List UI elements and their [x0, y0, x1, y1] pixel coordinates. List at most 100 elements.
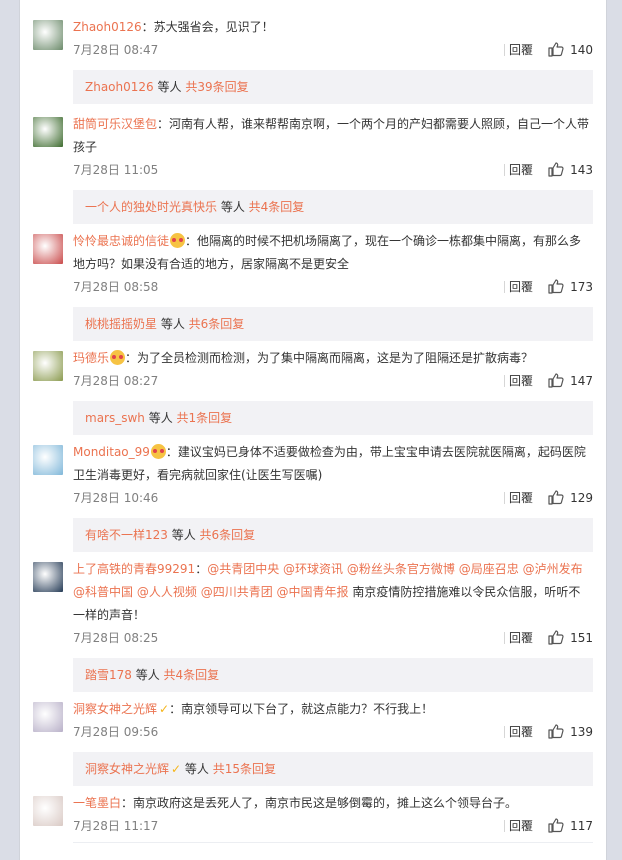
mention-link[interactable]: @四川共青团 — [201, 585, 273, 599]
reply-button[interactable]: 回覆 — [509, 722, 533, 742]
replies-count-link[interactable]: 共1条回复 — [177, 411, 233, 425]
mention-link[interactable]: @局座召忠 — [459, 562, 519, 576]
reply-button[interactable]: 回覆 — [509, 371, 533, 391]
comment-time: 7月28日 08:47 — [73, 43, 159, 57]
user-avatar[interactable] — [33, 20, 63, 50]
comment-text: 怜怜最忠诚的信徒 ：他隔离的时候不把机场隔离了，现在一个确诊一栋都集中隔离，有那么… — [73, 230, 591, 276]
meta-separator — [504, 164, 505, 176]
comment-text: 上了高铁的青春99291：@共青团中央 @环球资讯 @粉丝头条官方微博 @局座召… — [73, 558, 591, 627]
comment-text: Zhaoh0126：苏大强省会，见识了！ — [73, 16, 591, 39]
comment-content: ：苏大强省会，见识了！ — [141, 20, 274, 34]
user-avatar[interactable] — [33, 796, 63, 826]
reply-button[interactable]: 回覆 — [509, 160, 533, 180]
replies-summary[interactable]: 踏雪178 等人 共4条回复 — [73, 658, 593, 692]
comment-time: 7月28日 11:17 — [73, 819, 159, 833]
fan-emoji-icon — [150, 444, 166, 459]
replies-count-link[interactable]: 共6条回复 — [200, 528, 256, 542]
meta-separator — [504, 820, 505, 832]
like-button[interactable]: 143 — [548, 160, 593, 180]
replies-count-link[interactable]: 共4条回复 — [164, 668, 220, 682]
like-button[interactable]: 117 — [548, 816, 593, 836]
comment-username[interactable]: 上了高铁的青春99291 — [73, 562, 195, 576]
fan-emoji-icon — [170, 233, 186, 248]
user-avatar[interactable] — [33, 117, 63, 147]
reply-username[interactable]: 桃桃摇摇奶星 — [85, 317, 157, 331]
comment-username[interactable]: Zhaoh0126 — [73, 20, 142, 34]
user-avatar[interactable] — [33, 702, 63, 732]
meta-separator — [504, 726, 505, 738]
like-count: 140 — [570, 43, 593, 57]
like-button[interactable]: 151 — [548, 628, 593, 648]
like-count: 117 — [570, 819, 593, 833]
like-count: 147 — [570, 374, 593, 388]
comment-username[interactable]: 玛德乐 — [73, 351, 109, 365]
comment-username[interactable]: 一笔墨白 — [73, 796, 121, 810]
comment-content: ：为了全员检测而检测，为了集中隔离而隔离，这是为了阻隔还是扩散病毒？ — [125, 351, 534, 365]
reply-button[interactable]: 回覆 — [509, 277, 533, 297]
like-count: 139 — [570, 725, 593, 739]
comment-username[interactable]: 洞察女神之光辉 — [73, 702, 157, 716]
mention-link[interactable]: @环球资讯 — [283, 562, 343, 576]
reply-button[interactable]: 回覆 — [509, 628, 533, 648]
user-avatar[interactable] — [33, 351, 63, 381]
comment-time: 7月28日 09:56 — [73, 725, 159, 739]
comment-time: 7月28日 08:27 — [73, 374, 159, 388]
comment-username[interactable]: 怜怜最忠诚的信徒 — [73, 234, 169, 248]
reply-username[interactable]: 踏雪178 — [85, 668, 132, 682]
like-button[interactable]: 139 — [548, 722, 593, 742]
user-avatar[interactable] — [33, 562, 63, 592]
replies-count-link[interactable]: 共6条回复 — [189, 317, 245, 331]
comment-username[interactable]: Monditao_99 — [73, 445, 150, 459]
replies-count-link[interactable]: 共39条回复 — [185, 80, 248, 94]
reply-username[interactable]: 有啥不一样123 — [85, 528, 168, 542]
replies-mid-text: 等人 — [167, 528, 200, 542]
user-avatar[interactable] — [33, 445, 63, 475]
replies-mid-text: 等人 — [153, 80, 186, 94]
meta-separator — [504, 492, 505, 504]
reply-button[interactable]: 回覆 — [509, 488, 533, 508]
replies-summary[interactable]: 一个人的独处时光真快乐 等人 共4条回复 — [73, 190, 593, 224]
meta-separator — [504, 281, 505, 293]
comment-username[interactable]: 甜筒可乐汉堡包 — [73, 117, 157, 131]
reply-username[interactable]: Zhaoh0126 — [85, 80, 154, 94]
reply-username[interactable]: 洞察女神之光辉 — [85, 762, 169, 776]
replies-summary[interactable]: mars_swh 等人 共1条回复 — [73, 401, 593, 435]
user-avatar[interactable] — [33, 234, 63, 264]
replies-mid-text: 等人 — [157, 317, 189, 331]
replies-summary[interactable]: 洞察女神之光辉 ✓ 等人 共15条回复 — [73, 752, 593, 786]
comment-time: 7月28日 11:05 — [73, 163, 159, 177]
mention-link[interactable]: @人人视频 — [137, 585, 197, 599]
mention-link[interactable]: @科普中国 — [73, 585, 133, 599]
replies-summary[interactable]: 桃桃摇摇奶星 等人 共6条回复 — [73, 307, 593, 341]
mention-link[interactable]: @共青团中央 — [207, 562, 279, 576]
mention-link[interactable]: @粉丝头条官方微博 — [347, 562, 455, 576]
reply-button[interactable]: 回覆 — [509, 40, 533, 60]
replies-summary[interactable]: Zhaoh0126 等人 共39条回复 — [73, 70, 593, 104]
v-badge-icon: ✓ — [171, 762, 182, 776]
like-count: 173 — [570, 280, 593, 294]
like-button[interactable]: 173 — [548, 277, 593, 297]
mention-link[interactable]: @中国青年报 — [277, 585, 349, 599]
reply-username[interactable]: 一个人的独处时光真快乐 — [85, 200, 217, 214]
mention-link[interactable]: @泸州发布 — [523, 562, 583, 576]
replies-mid-text: 等人 — [144, 411, 177, 425]
meta-separator — [504, 375, 505, 387]
like-count: 129 — [570, 491, 593, 505]
like-button[interactable]: 147 — [548, 371, 593, 391]
replies-mid-text: 等人 — [181, 762, 213, 776]
reply-username[interactable]: mars_swh — [85, 411, 145, 425]
reply-button[interactable]: 回覆 — [509, 816, 533, 836]
comment-meta: 7月28日 08:58 回覆 173 — [73, 277, 593, 297]
comment-content: ： — [195, 562, 208, 576]
comment-text: 甜筒可乐汉堡包：河南有人帮，谁来帮帮南京啊，一个两个月的产妇都需要人照顾，自己一… — [73, 113, 591, 159]
meta-separator — [504, 44, 505, 56]
like-button[interactable]: 129 — [548, 488, 593, 508]
replies-count-link[interactable]: 共15条回复 — [213, 762, 276, 776]
replies-count-link[interactable]: 共4条回复 — [249, 200, 305, 214]
comment-meta: 7月28日 10:46 回覆 129 — [73, 488, 593, 508]
bottom-divider — [73, 842, 593, 843]
comment-text: Monditao_99 ：建议宝妈已身体不适要做检查为由，带上宝宝申请去医院就医隔… — [73, 441, 591, 487]
like-count: 143 — [570, 163, 593, 177]
like-button[interactable]: 140 — [548, 40, 593, 60]
replies-summary[interactable]: 有啥不一样123 等人 共6条回复 — [73, 518, 593, 552]
